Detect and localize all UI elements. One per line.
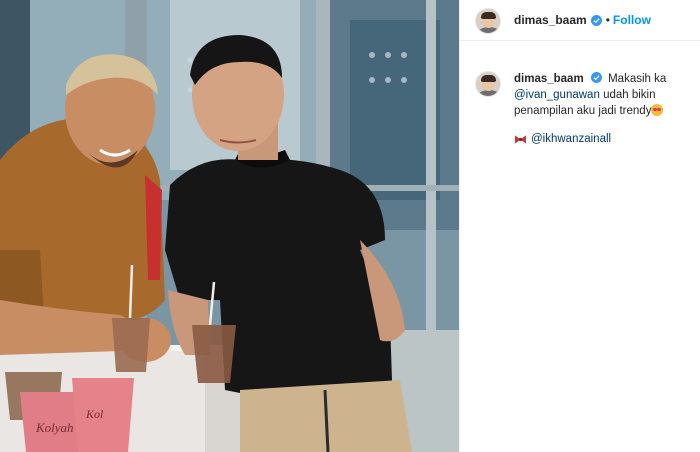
username-link[interactable]: dimas_baam	[514, 13, 587, 27]
svg-text:Kol: Kol	[85, 407, 104, 421]
mention-link-ivan[interactable]: @ivan_gunawan	[514, 89, 600, 101]
header-user-row: dimas_baam • Follow	[514, 13, 651, 27]
follow-button[interactable]: Follow	[613, 13, 651, 27]
caption-text: dimas_baam Makasih ka @ivan_gunawan udah…	[514, 71, 694, 147]
tag-line: @ikhwanzainall	[514, 131, 694, 147]
mention-link-ikhwan[interactable]: @ikhwanzainall	[531, 131, 611, 147]
verified-badge-icon	[590, 14, 602, 26]
separator-dot: •	[605, 13, 610, 27]
post-header: dimas_baam • Follow	[460, 0, 700, 41]
verified-badge-icon	[590, 72, 602, 83]
caption-avatar[interactable]	[475, 71, 501, 97]
svg-text:Kolyah: Kolyah	[35, 420, 74, 435]
star-struck-emoji-icon	[651, 104, 664, 116]
photo-illustration: Kolyah Kol	[0, 0, 459, 452]
caption-username-link[interactable]: dimas_baam	[514, 73, 584, 85]
post-photo[interactable]: Kolyah Kol	[0, 0, 459, 452]
post-sidebar: dimas_baam • Follow dimas_baam Makasih k…	[459, 0, 700, 452]
avatar[interactable]	[475, 8, 501, 34]
bow-ribbon-icon	[515, 134, 526, 144]
caption-text-before: Makasih ka	[608, 73, 667, 85]
